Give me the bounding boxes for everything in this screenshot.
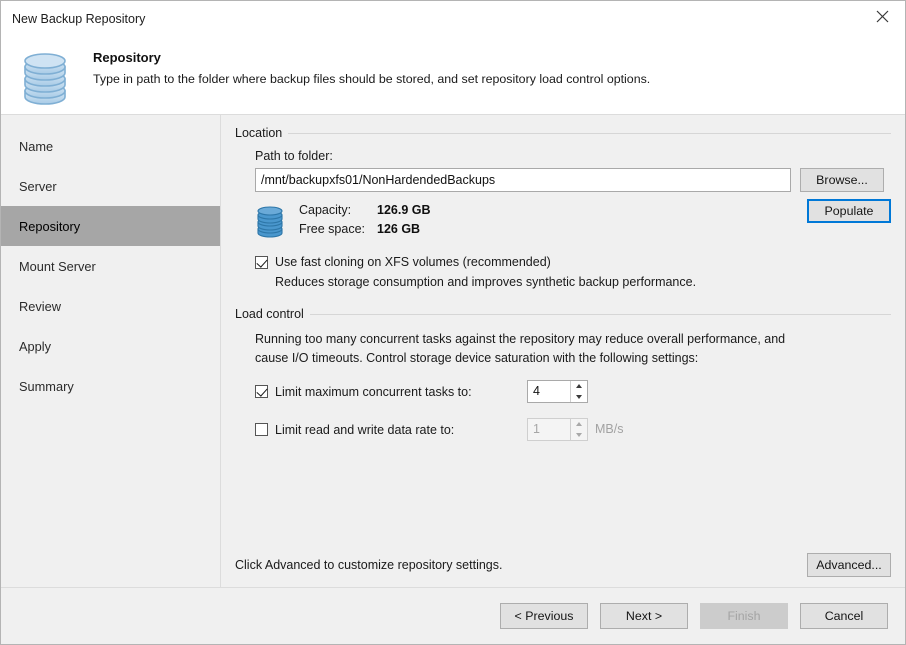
page-subtitle: Type in path to the folder where backup … xyxy=(93,72,651,86)
path-to-folder-label: Path to folder: xyxy=(255,149,333,163)
limit-tasks-row: Limit maximum concurrent tasks to: 4 xyxy=(255,380,891,403)
dialog-header: Repository Type in path to the folder wh… xyxy=(1,37,905,115)
limit-rate-stepper-arrows xyxy=(570,419,587,440)
load-control-description-line2: cause I/O timeouts. Control storage devi… xyxy=(255,351,699,365)
sidebar-item-repository[interactable]: Repository xyxy=(1,206,220,246)
limit-tasks-checkbox[interactable] xyxy=(255,385,268,398)
group-divider xyxy=(288,132,891,134)
limit-rate-checkbox[interactable] xyxy=(255,423,268,436)
sidebar-item-label: Mount Server xyxy=(19,258,96,274)
sidebar-item-mount-server[interactable]: Mount Server xyxy=(1,246,220,286)
advanced-settings-row: Click Advanced to customize repository s… xyxy=(235,553,891,577)
capacity-line: Capacity: 126.9 GB xyxy=(299,203,431,222)
sidebar-item-label: Name xyxy=(19,138,54,154)
limit-rate-unit: MB/s xyxy=(595,422,624,436)
capacity-values: Capacity: 126.9 GB Free space: 126 GB xyxy=(299,203,431,241)
next-button[interactable]: Next > xyxy=(600,603,688,629)
sidebar-item-label: Review xyxy=(19,298,61,314)
header-text-block: Repository Type in path to the folder wh… xyxy=(93,50,650,86)
stepper-down-icon[interactable] xyxy=(571,392,587,403)
new-backup-repository-dialog: New Backup Repository Repository Type in… xyxy=(0,0,906,645)
location-group: Location Path to folder: Browse... xyxy=(235,126,891,289)
limit-rate-stepper: 1 xyxy=(527,418,588,441)
finish-button: Finish xyxy=(700,603,788,629)
fast-clone-note: Reduces storage consumption and improves… xyxy=(275,275,697,289)
free-space-label: Free space: xyxy=(299,222,366,236)
sidebar-item-summary[interactable]: Summary xyxy=(1,366,220,406)
path-row: Browse... xyxy=(255,168,891,192)
free-space-value: 126 GB xyxy=(377,222,421,236)
limit-tasks-value[interactable]: 4 xyxy=(528,381,570,402)
browse-button[interactable]: Browse... xyxy=(800,168,884,192)
fast-clone-label[interactable]: Use fast cloning on XFS volumes (recomme… xyxy=(275,255,551,269)
dialog-body: Name Server Repository Mount Server Revi… xyxy=(1,115,905,587)
location-group-header: Location xyxy=(235,126,891,140)
fast-clone-checkbox[interactable] xyxy=(255,255,268,269)
load-control-description-line1: Running too many concurrent tasks agains… xyxy=(255,332,786,346)
load-control-group-header: Load control xyxy=(235,307,891,321)
close-glyph xyxy=(876,10,888,22)
sidebar-item-label: Summary xyxy=(19,378,74,394)
capacity-row: Capacity: 126.9 GB Free space: 126 GB Po… xyxy=(255,192,891,241)
limit-tasks-stepper[interactable]: 4 xyxy=(527,380,588,403)
storage-capacity-block: Capacity: 126.9 GB Free space: 126 GB xyxy=(255,203,798,241)
dialog-content: Location Path to folder: Browse... xyxy=(221,115,905,587)
cancel-button[interactable]: Cancel xyxy=(800,603,888,629)
stepper-down-icon xyxy=(571,430,587,441)
fast-clone-checkbox-row[interactable]: Use fast cloning on XFS volumes (recomme… xyxy=(255,255,891,269)
title-bar: New Backup Repository xyxy=(1,1,905,37)
populate-button[interactable]: Populate xyxy=(807,199,891,223)
stepper-up-icon[interactable] xyxy=(571,381,587,392)
window-title: New Backup Repository xyxy=(12,12,146,26)
sidebar-item-server[interactable]: Server xyxy=(1,166,220,206)
sidebar-item-label: Server xyxy=(19,178,57,194)
close-icon[interactable] xyxy=(859,1,905,31)
dialog-footer: < Previous Next > Finish Cancel xyxy=(1,587,905,644)
location-group-body: Path to folder: Browse... xyxy=(235,149,891,289)
limit-tasks-label[interactable]: Limit maximum concurrent tasks to: xyxy=(275,385,527,399)
advanced-button[interactable]: Advanced... xyxy=(807,553,891,577)
location-group-title: Location xyxy=(235,126,283,140)
database-icon xyxy=(255,204,285,240)
advanced-note: Click Advanced to customize repository s… xyxy=(235,558,503,572)
capacity-value: 126.9 GB xyxy=(377,203,431,217)
path-to-folder-input[interactable] xyxy=(255,168,791,192)
sidebar-item-label: Apply xyxy=(19,338,52,354)
sidebar-item-apply[interactable]: Apply xyxy=(1,326,220,366)
group-divider xyxy=(309,313,891,315)
capacity-label: Capacity: xyxy=(299,203,352,217)
limit-rate-row: Limit read and write data rate to: 1 MB/… xyxy=(255,418,891,441)
load-control-group: Load control Running too many concurrent… xyxy=(235,307,891,441)
page-title: Repository xyxy=(93,50,161,65)
stepper-up-icon xyxy=(571,419,587,430)
limit-rate-label[interactable]: Limit read and write data rate to: xyxy=(275,423,527,437)
load-control-description: Running too many concurrent tasks agains… xyxy=(255,330,891,368)
sidebar-item-label: Repository xyxy=(19,218,81,234)
limit-rate-value: 1 xyxy=(533,422,540,436)
fast-clone-setting: Use fast cloning on XFS volumes (recomme… xyxy=(255,255,891,289)
free-space-line: Free space: 126 GB xyxy=(299,222,431,241)
sidebar-item-review[interactable]: Review xyxy=(1,286,220,326)
load-control-group-body: Running too many concurrent tasks agains… xyxy=(235,330,891,441)
sidebar-item-name[interactable]: Name xyxy=(1,126,220,166)
wizard-steps-sidebar: Name Server Repository Mount Server Revi… xyxy=(1,115,221,587)
repository-database-icon xyxy=(17,45,73,109)
previous-button[interactable]: < Previous xyxy=(500,603,588,629)
limit-tasks-stepper-arrows xyxy=(570,381,587,402)
load-control-group-title: Load control xyxy=(235,307,304,321)
